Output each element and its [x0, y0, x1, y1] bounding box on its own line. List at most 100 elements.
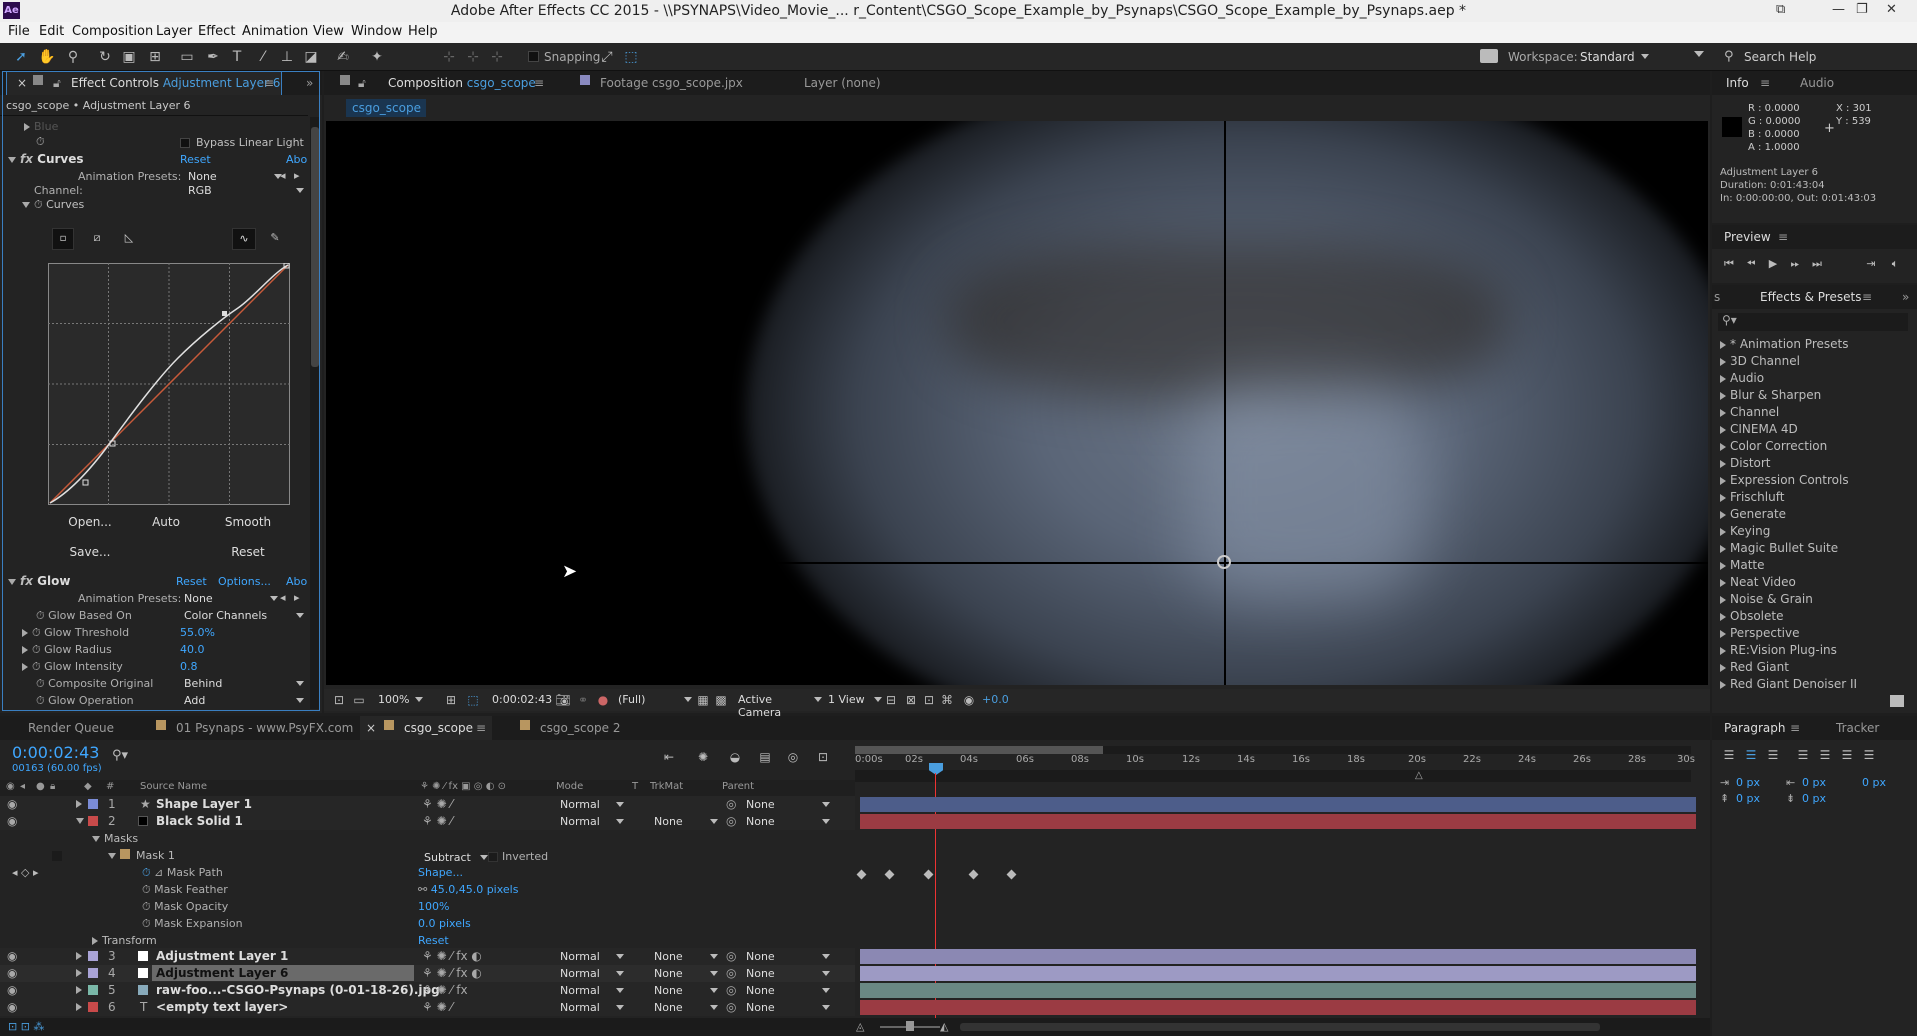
menu-layer[interactable]: Layer	[156, 24, 192, 39]
switches-icons[interactable]: ⚘ ✺ ⁄ fx	[422, 983, 468, 997]
layer-name[interactable]: raw-foo...-CSGO-Psynaps (0-01-18-26).jpg	[156, 983, 440, 997]
first-line-indent-value[interactable]: 0 px	[1862, 776, 1886, 789]
layer-row-4-selected[interactable]: ◉ 4 Adjustment Layer 6 ⚘ ✺ ⁄ fx ◐ Normal…	[0, 965, 855, 982]
layer-bar-empty-text-layer[interactable]	[860, 1000, 1696, 1015]
anchor-point-icon[interactable]	[1217, 555, 1231, 569]
parent-dropdown[interactable]: None	[746, 798, 830, 811]
parent-dropdown[interactable]: None	[746, 950, 830, 963]
workspace-dropdown[interactable]: Standard	[1580, 50, 1649, 64]
comp-marker-icon[interactable]: △	[1415, 770, 1423, 781]
menu-effect[interactable]: Effect	[198, 24, 235, 39]
justify-center-icon[interactable]: ☰	[1816, 746, 1834, 764]
align-center-icon[interactable]: ☰	[1742, 746, 1760, 764]
selection-tool-icon[interactable]: ➚	[12, 48, 30, 66]
parent-dropdown[interactable]: None	[746, 984, 830, 997]
viewer-timecode[interactable]: 0:00:02:43	[492, 693, 552, 706]
pickwhip-icon[interactable]: ◎	[726, 814, 736, 828]
pan-behind-tool-icon[interactable]: ⊞	[146, 48, 164, 66]
curves-open-button[interactable]: Open...	[60, 515, 120, 529]
masks-group-label[interactable]: Masks	[104, 832, 138, 845]
layer-bar-adjustment-layer-6[interactable]	[860, 966, 1696, 981]
shy-icon[interactable]: ◒	[726, 748, 744, 766]
preset-next-icon[interactable]: ▸	[294, 169, 300, 182]
puppet-tool-icon[interactable]: ✦	[368, 48, 386, 66]
timeline-scrollbar[interactable]	[960, 1023, 1600, 1031]
timeline-search-icon[interactable]: ⚲▾	[112, 748, 128, 763]
mask-expansion-value[interactable]: 0.0 pixels	[418, 917, 471, 930]
effects-item[interactable]: Perspective	[1720, 626, 1800, 640]
switches-icons[interactable]: ⚘ ✺ ⁄	[422, 797, 452, 811]
new-bin-icon[interactable]	[1890, 695, 1904, 707]
layer-bar-black-solid-1[interactable]	[860, 814, 1696, 829]
inverted-checkbox[interactable]	[488, 852, 498, 862]
search-help-input[interactable]: Search Help	[1744, 50, 1816, 64]
glow-anim-presets-dropdown[interactable]: None	[184, 592, 278, 605]
fit-icon[interactable]: ⊞	[442, 691, 460, 709]
region-of-interest-icon[interactable]: ⬚	[464, 691, 482, 709]
bezier-curve-tool-icon[interactable]: ∿	[232, 228, 256, 250]
first-frame-icon[interactable]: ⏮	[1720, 255, 1738, 273]
effects-item[interactable]: Color Correction	[1720, 439, 1827, 453]
bypass-checkbox[interactable]	[180, 138, 190, 148]
blend-mode-dropdown[interactable]: Normal	[560, 984, 624, 997]
effects-item[interactable]: Red Giant	[1720, 660, 1789, 674]
pen-tool-icon[interactable]: ✒	[204, 48, 222, 66]
toggle-pixel-aspect-icon[interactable]: ⊟	[882, 691, 900, 709]
keyframe-navigator[interactable]: ◂ ◇ ▸	[12, 866, 39, 879]
curves-smooth-button[interactable]: Smooth	[218, 515, 278, 529]
indent-left-value[interactable]: 0 px	[1736, 776, 1760, 789]
blend-mode-dropdown[interactable]: Normal	[560, 950, 624, 963]
fast-previews-icon[interactable]: ▦	[694, 691, 712, 709]
layer-row-3[interactable]: ◉ 3 Adjustment Layer 1 ⚘ ✺ ⁄ fx ◐ Normal…	[0, 948, 855, 965]
blend-mode-dropdown[interactable]: Normal	[560, 1001, 624, 1014]
maximize-icon[interactable]: ❐	[1856, 2, 1868, 17]
label-color-swatch[interactable]	[88, 816, 98, 826]
zoom-slider-thumb[interactable]	[906, 1021, 914, 1031]
collapse-icon[interactable]	[76, 813, 88, 827]
snap-options-icon[interactable]: ⤢	[598, 48, 616, 66]
glow-options-link[interactable]: Options...	[218, 575, 271, 588]
curves-reset-button[interactable]: Reset	[218, 545, 278, 559]
keyframe[interactable]	[1006, 869, 1017, 880]
space-after-value[interactable]: 0 px	[1802, 792, 1826, 805]
stopwatch-icon[interactable]: ⏱	[32, 643, 41, 656]
panel-menu-icon[interactable]: ≡	[534, 76, 544, 90]
parent-dropdown[interactable]: None	[746, 967, 830, 980]
snapping-checkbox[interactable]	[528, 51, 539, 62]
curves-save-button[interactable]: Save...	[60, 545, 120, 559]
track-matte-dropdown[interactable]: None	[654, 815, 718, 828]
glow-based-on-dropdown[interactable]: Color Channels	[184, 609, 304, 622]
effects-item[interactable]: Frischluft	[1720, 490, 1784, 504]
stopwatch-icon[interactable]: ⏱	[36, 677, 45, 690]
layer-name[interactable]: Black Solid 1	[156, 814, 243, 828]
effects-item[interactable]: Noise & Grain	[1720, 592, 1813, 606]
preset-prev-icon[interactable]: ◂	[280, 591, 286, 604]
switches-icons[interactable]: ⚘ ✺ ⁄	[422, 1000, 452, 1014]
pickwhip-icon[interactable]: ◎	[726, 966, 736, 980]
channel-dropdown[interactable]: RGB	[188, 184, 304, 197]
panel-menu-icon[interactable]: ≡	[264, 76, 274, 90]
stopwatch-icon[interactable]: ⏱	[34, 198, 43, 211]
comp-tab-csgo-scope-2[interactable]: csgo_scope 2	[540, 721, 620, 735]
label-color-swatch[interactable]	[88, 985, 98, 995]
loop-icon[interactable]: ⇥	[1862, 255, 1880, 273]
curves-auto-button[interactable]: Auto	[136, 515, 196, 529]
view-layout-dropdown[interactable]: 1 View	[828, 693, 882, 706]
preview-tab[interactable]: Preview	[1724, 230, 1771, 244]
effects-item[interactable]: Expression Controls	[1720, 473, 1849, 487]
channel-icon[interactable]: ●	[594, 691, 612, 709]
stopwatch-icon[interactable]: ⏱	[142, 883, 151, 896]
expand-panels-icon[interactable]: »	[306, 76, 313, 90]
curve-size-medium-icon[interactable]: ⧄	[86, 228, 108, 250]
link-icon[interactable]: ⚯	[418, 883, 427, 896]
eye-icon[interactable]: ◉	[7, 797, 17, 811]
audio-tab[interactable]: Audio	[1800, 76, 1834, 90]
mask-1-label[interactable]: Mask 1	[136, 849, 175, 862]
label-color-swatch[interactable]	[88, 1002, 98, 1012]
justify-right-icon[interactable]: ☰	[1838, 746, 1856, 764]
motion-blur-icon[interactable]: ◎	[784, 748, 802, 766]
show-snapshot-icon[interactable]: ⚭	[574, 691, 592, 709]
snapshot-icon[interactable]: 📷︎	[554, 691, 572, 709]
type-tool-icon[interactable]: T	[228, 48, 246, 66]
timeline-icon[interactable]: ⊡	[920, 691, 938, 709]
